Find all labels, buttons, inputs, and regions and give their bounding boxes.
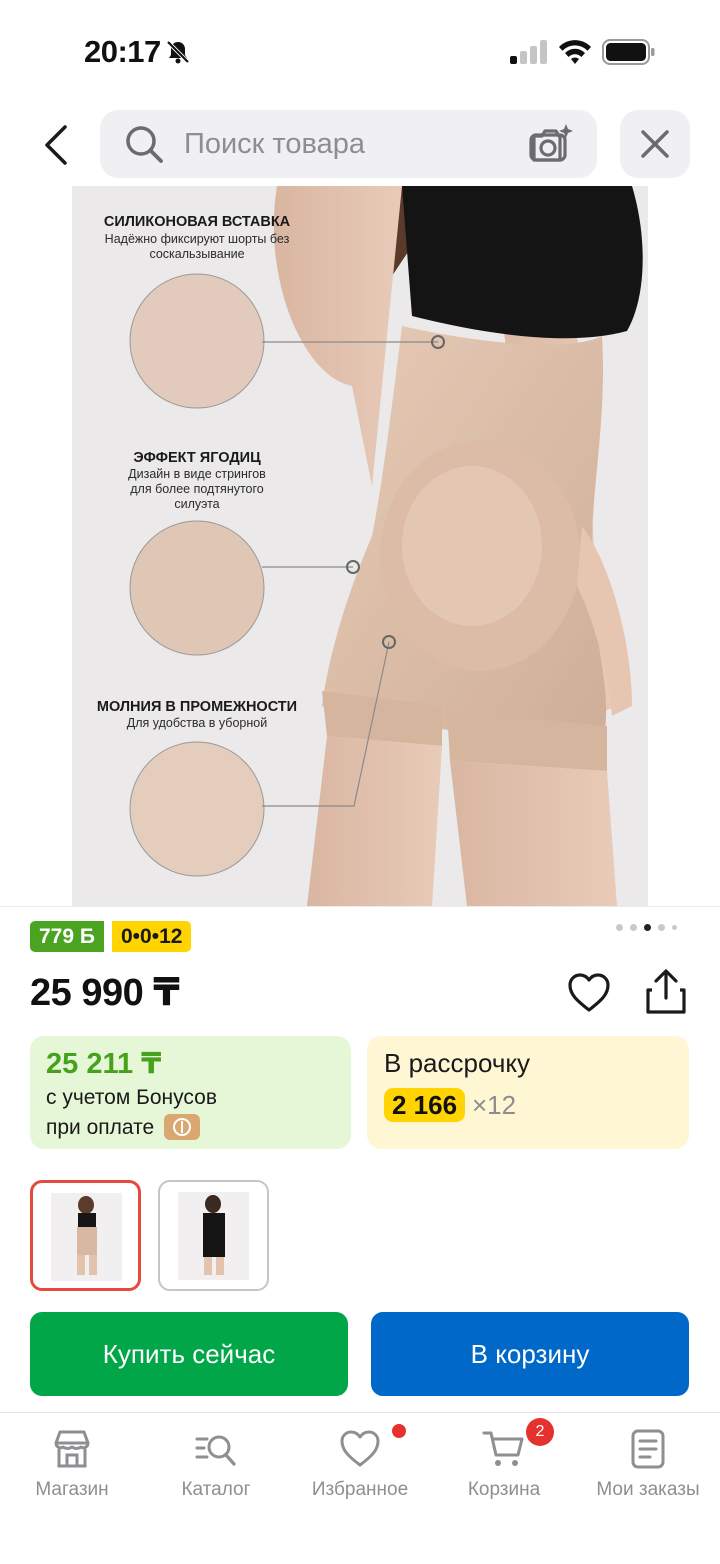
cart-count-badge: 2: [526, 1418, 554, 1446]
buy-now-button[interactable]: Купить сейчас: [30, 1312, 348, 1396]
feature-title: СИЛИКОНОВАЯ ВСТАВКА: [103, 214, 291, 230]
payment-method-icon: [164, 1114, 200, 1140]
favorite-heart-icon[interactable]: [566, 970, 612, 1016]
variant-image-black: [178, 1192, 249, 1280]
pagination-dot-active: [644, 924, 651, 931]
search-icon: [126, 126, 163, 163]
tab-store[interactable]: Магазин: [0, 1413, 144, 1513]
back-button[interactable]: [30, 118, 80, 172]
bottom-tab-bar: Магазин Каталог Избранное Корзина Мои за…: [0, 1412, 720, 1564]
variant-image-nude: [51, 1193, 122, 1281]
cart-icon: [482, 1431, 524, 1466]
product-photo: [72, 186, 648, 906]
tab-favorites[interactable]: Избранное: [288, 1413, 432, 1513]
search-placeholder: Поиск товара: [184, 128, 365, 160]
bell-muted-icon: [166, 40, 190, 64]
close-button[interactable]: [620, 110, 690, 178]
product-image[interactable]: СИЛИКОНОВАЯ ВСТАВКА Надёжно фиксируют шо…: [72, 186, 648, 906]
tab-label: Корзина: [467, 1479, 541, 1500]
favorites-notification-dot: [392, 1424, 406, 1438]
gallery-pagination: [616, 924, 677, 931]
feature-title: МОЛНИЯ В ПРОМЕЖНОСТИ: [96, 699, 298, 715]
bonus-badge: 779 Б: [30, 921, 104, 952]
battery-icon: [602, 39, 655, 65]
pagination-dot: [630, 924, 637, 931]
bonus-caption: с учетом Бонусов: [46, 1086, 217, 1109]
pagination-dot: [616, 924, 623, 931]
installment-amount: 2 166: [384, 1088, 466, 1122]
tab-label: Магазин: [35, 1479, 109, 1500]
feature-desc: Надёжно фиксируют шорты без соскальзыван…: [104, 232, 290, 261]
tab-label: Избранное: [311, 1479, 409, 1500]
orders-icon: [631, 1429, 665, 1469]
wifi-icon: [559, 40, 591, 64]
add-to-cart-button[interactable]: В корзину: [371, 1312, 689, 1396]
pagination-dot: [658, 924, 665, 931]
variant-thumbnail-selected[interactable]: [30, 1180, 141, 1291]
share-icon[interactable]: [644, 968, 688, 1016]
search-input[interactable]: Поиск товара: [100, 110, 597, 178]
variant-thumbnail[interactable]: [158, 1180, 269, 1291]
bonus-price: 25 211 ₸: [46, 1048, 162, 1080]
status-time: 20:17: [84, 34, 161, 69]
store-icon: [54, 1430, 90, 1468]
tab-catalog[interactable]: Каталог: [144, 1413, 288, 1513]
heart-icon: [340, 1430, 380, 1467]
bonus-caption: при оплате: [46, 1116, 155, 1139]
installment-badge: 0•0•12: [112, 921, 192, 952]
feature-title: ЭФФЕКТ ЯГОДИЦ: [133, 450, 261, 466]
tab-orders[interactable]: Мои заказы: [576, 1413, 720, 1513]
divider: [0, 906, 720, 907]
feature-desc: Для удобства в уборной: [126, 716, 268, 730]
installment-title: В рассрочку: [384, 1048, 531, 1078]
product-price: 25 990 ₸: [30, 972, 180, 1014]
installment-card[interactable]: В рассрочку 2 166 ×12: [367, 1036, 689, 1149]
status-bar: 20:17: [0, 0, 720, 100]
bonus-price-card[interactable]: 25 211 ₸ с учетом Бонусов при оплате: [30, 1036, 351, 1149]
cellular-signal-icon: [510, 40, 547, 64]
tab-label: Каталог: [181, 1479, 251, 1500]
tab-cart[interactable]: Корзина: [432, 1413, 576, 1513]
pagination-dot: [672, 925, 677, 930]
tab-label: Мои заказы: [596, 1479, 700, 1500]
catalog-search-icon: [195, 1435, 236, 1466]
feature-desc: Дизайн в виде стрингов для более подтяну…: [128, 467, 266, 511]
camera-search-icon[interactable]: [528, 122, 574, 166]
chevron-left-icon: [45, 125, 67, 165]
installment-months: ×12: [472, 1090, 517, 1120]
close-icon: [641, 130, 669, 158]
